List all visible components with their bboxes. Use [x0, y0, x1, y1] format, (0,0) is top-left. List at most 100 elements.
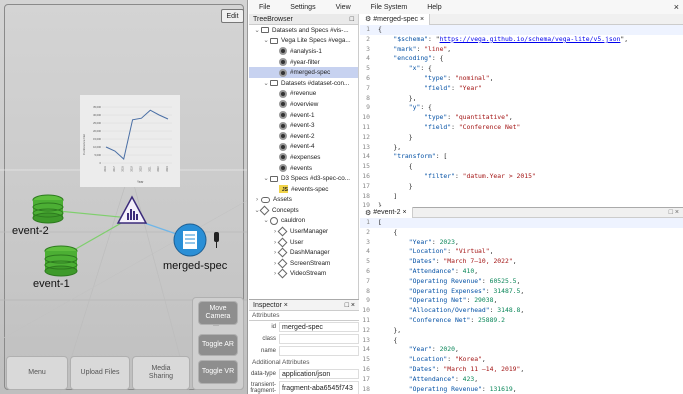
tree-item[interactable]: ⌄ cauldron [249, 216, 358, 227]
code-line[interactable]: 4 "Location": "Virtual", [360, 247, 683, 257]
tree-item[interactable]: #merged-spec [249, 67, 358, 78]
code-line[interactable]: 10 "type": "quantitative", [360, 113, 683, 123]
code-line[interactable]: 7 "Operating Revenue": 60525.5, [360, 277, 683, 287]
code-line[interactable]: 9 "Operating Net": 29038, [360, 296, 683, 306]
tree-item[interactable]: ⌄ Datasets and Specs #vis-... [249, 25, 358, 36]
upload-files-button[interactable]: Upload Files [70, 356, 130, 390]
code-line[interactable]: 16 "filter": "datum.Year > 2015" [360, 172, 683, 182]
code-line[interactable]: 1[ [360, 218, 683, 228]
code-line[interactable]: 14 "transform": [ [360, 152, 683, 162]
menu-file-system[interactable]: File System [361, 4, 418, 11]
code-line[interactable]: 18 ] [360, 192, 683, 202]
code-line[interactable]: 11 "Conference Net": 25889.2 [360, 316, 683, 326]
close-tab-icon[interactable]: × [420, 16, 424, 23]
code-line[interactable]: 15 { [360, 162, 683, 172]
code-line[interactable]: 13 { [360, 336, 683, 346]
tree-item[interactable]: #event-1 [249, 110, 358, 121]
menu-button[interactable]: Menu [6, 356, 68, 390]
code-editor-1[interactable]: 1{2 "$schema": "https://vega.github.io/s… [360, 25, 683, 207]
code-line[interactable]: 16 "Dates": "March 11 –14, 2019", [360, 365, 683, 375]
tree-item[interactable]: #event-3 [249, 120, 358, 131]
tab-event-2[interactable]: ⚙ #event-2 × [360, 207, 413, 218]
code-line[interactable]: 2 "$schema": "https://vega.github.io/sch… [360, 35, 683, 45]
name-field[interactable] [279, 346, 359, 356]
code-line[interactable]: 14 "Year": 2020, [360, 345, 683, 355]
code-line[interactable]: 9 "y": { [360, 103, 683, 113]
code-line[interactable]: 10 "Allocation/Overhead": 3148.8, [360, 306, 683, 316]
code-line[interactable]: 18 "Operating Revenue": 131619, [360, 385, 683, 393]
code-line[interactable]: 4 "encoding": { [360, 54, 683, 64]
id-field[interactable]: merged-spec [279, 322, 359, 332]
code-line[interactable]: 3 "Year": 2023, [360, 238, 683, 248]
edit-button[interactable]: Edit [221, 9, 244, 23]
chevron-right-icon[interactable]: › [253, 196, 261, 203]
code-line[interactable]: 7 "field": "Year" [360, 84, 683, 94]
menu-view[interactable]: View [326, 4, 361, 11]
code-line[interactable]: 5 "x": { [360, 64, 683, 74]
class-field[interactable] [279, 334, 359, 344]
tree-item[interactable]: #expenses [249, 152, 358, 163]
event-1-node[interactable] [42, 244, 80, 280]
toggle-ar-button[interactable]: Toggle AR [198, 334, 238, 356]
menu-settings[interactable]: Settings [280, 4, 325, 11]
tree-item[interactable]: JS #events-spec [249, 184, 358, 195]
tree-item[interactable]: #revenue [249, 89, 358, 100]
maximize-icon[interactable]: □ [350, 16, 354, 23]
code-line[interactable]: 15 "Location": "Korea", [360, 355, 683, 365]
code-line[interactable]: 6 "Attendance": 410, [360, 267, 683, 277]
code-line[interactable]: 1{ [360, 25, 683, 35]
line-text: "Attendance": 410, [408, 266, 479, 275]
chevron-down-icon[interactable]: ⌄ [253, 27, 261, 34]
tree-item[interactable]: › ScreenStream [249, 258, 358, 269]
data-type-field[interactable]: application/json [279, 369, 359, 379]
code-line[interactable]: 5 "Dates": "March 7–10, 2022", [360, 257, 683, 267]
close-tab-icon[interactable]: × [403, 209, 407, 216]
tree-item[interactable]: #analysis-1 [249, 46, 358, 57]
tree-item[interactable]: #event-4 [249, 142, 358, 153]
code-line[interactable]: 17 } [360, 182, 683, 192]
tree-item[interactable]: › User [249, 237, 358, 248]
chevron-down-icon[interactable]: ⌄ [262, 80, 270, 87]
tree-item[interactable]: ⌄ Concepts [249, 205, 358, 216]
chevron-down-icon[interactable]: ⌄ [262, 217, 270, 224]
code-line[interactable]: 8 "Operating Expenses": 31487.5, [360, 287, 683, 297]
visualization-node-icon[interactable] [116, 195, 148, 225]
code-editor-2[interactable]: 1[2 {3 "Year": 2023, 4 "Location": "Virtu… [360, 218, 683, 393]
tree-item[interactable]: › DashManager [249, 247, 358, 258]
tree-item[interactable]: › Assets [249, 195, 358, 206]
move-camera-button[interactable]: Move Camera [198, 301, 238, 325]
menu-help[interactable]: Help [417, 4, 451, 11]
code-line[interactable]: 3 "mark": "line", [360, 45, 683, 55]
transient-field[interactable]: fragment-aba6545f743 [279, 381, 359, 394]
tree-item[interactable]: #event-2 [249, 131, 358, 142]
event-2-node[interactable] [30, 193, 66, 227]
tree-item[interactable]: #year-filter [249, 57, 358, 68]
code-line[interactable]: 13 }, [360, 143, 683, 153]
tree-item[interactable]: #overview [249, 99, 358, 110]
merged-spec-node[interactable] [172, 222, 222, 262]
code-line[interactable]: 12 }, [360, 326, 683, 336]
code-line[interactable]: 2 { [360, 228, 683, 238]
chevron-down-icon[interactable]: ⌄ [262, 37, 270, 44]
code-line[interactable]: 17 "Attendance": 423, [360, 375, 683, 385]
media-sharing-button[interactable]: Media Sharing [132, 356, 190, 390]
close-icon[interactable]: × [284, 302, 288, 309]
toggle-vr-button[interactable]: Toggle VR [198, 360, 238, 384]
tree-item[interactable]: › UserManager [249, 226, 358, 237]
code-line[interactable]: 8 }, [360, 94, 683, 104]
scene-viewport[interactable]: Edit 35,000 30,000 25,000 20,000 15,000 10,00… [0, 0, 248, 394]
code-line[interactable]: 12 } [360, 133, 683, 143]
code-line[interactable]: 11 "field": "Conference Net" [360, 123, 683, 133]
tree-item[interactable]: #events [249, 163, 358, 174]
panel-controls-icon[interactable]: □ × [345, 302, 355, 309]
close-window-icon[interactable]: × [664, 2, 683, 12]
code-line[interactable]: 6 "type": "nominal", [360, 74, 683, 84]
tab-merged-spec[interactable]: ⚙ #merged-spec × [360, 13, 431, 25]
chevron-down-icon[interactable]: ⌄ [262, 175, 270, 182]
menu-file[interactable]: File [249, 4, 280, 11]
tree-item[interactable]: ⌄ Datasets #dataset-con... [249, 78, 358, 89]
tree-item[interactable]: ⌄ Vega Lite Specs #vega... [249, 36, 358, 47]
tree-item[interactable]: ⌄ D3 Specs #d3-spec-co... [249, 173, 358, 184]
tree-item[interactable]: › VideoStream [249, 269, 358, 280]
panel-controls-icon[interactable]: □ × [669, 209, 683, 216]
